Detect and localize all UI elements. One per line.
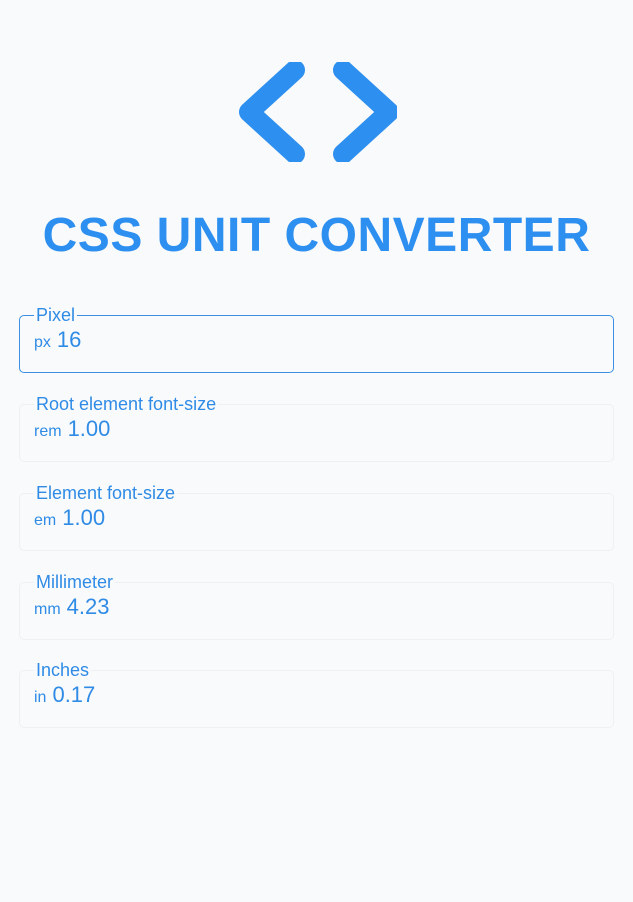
pixel-label: Pixel	[36, 305, 76, 325]
inches-label: Inches	[36, 660, 90, 680]
pixel-suffix: px	[34, 334, 51, 351]
code-brackets-icon	[238, 62, 397, 162]
page-title: CSS UNIT CONVERTER	[42, 209, 591, 262]
em-input[interactable]	[62, 505, 543, 531]
em-suffix: em	[34, 512, 57, 529]
em-field[interactable]: Element font-size em	[19, 483, 614, 551]
pixel-input[interactable]	[56, 327, 537, 353]
mm-input[interactable]	[66, 594, 547, 620]
mm-suffix: mm	[34, 601, 61, 618]
rem-field[interactable]: Root element font-size rem	[19, 394, 614, 462]
inches-field[interactable]: Inches in	[19, 660, 614, 728]
rem-input[interactable]	[67, 416, 548, 442]
pixel-field[interactable]: Pixel px	[19, 305, 614, 373]
inches-suffix: in	[34, 689, 47, 706]
mm-field[interactable]: Millimeter mm	[19, 572, 614, 640]
em-label: Element font-size	[36, 483, 176, 503]
logo	[0, 62, 633, 162]
rem-suffix: rem	[34, 423, 62, 440]
rem-label: Root element font-size	[36, 394, 217, 414]
mm-label: Millimeter	[36, 572, 114, 592]
inches-input[interactable]	[52, 682, 533, 708]
